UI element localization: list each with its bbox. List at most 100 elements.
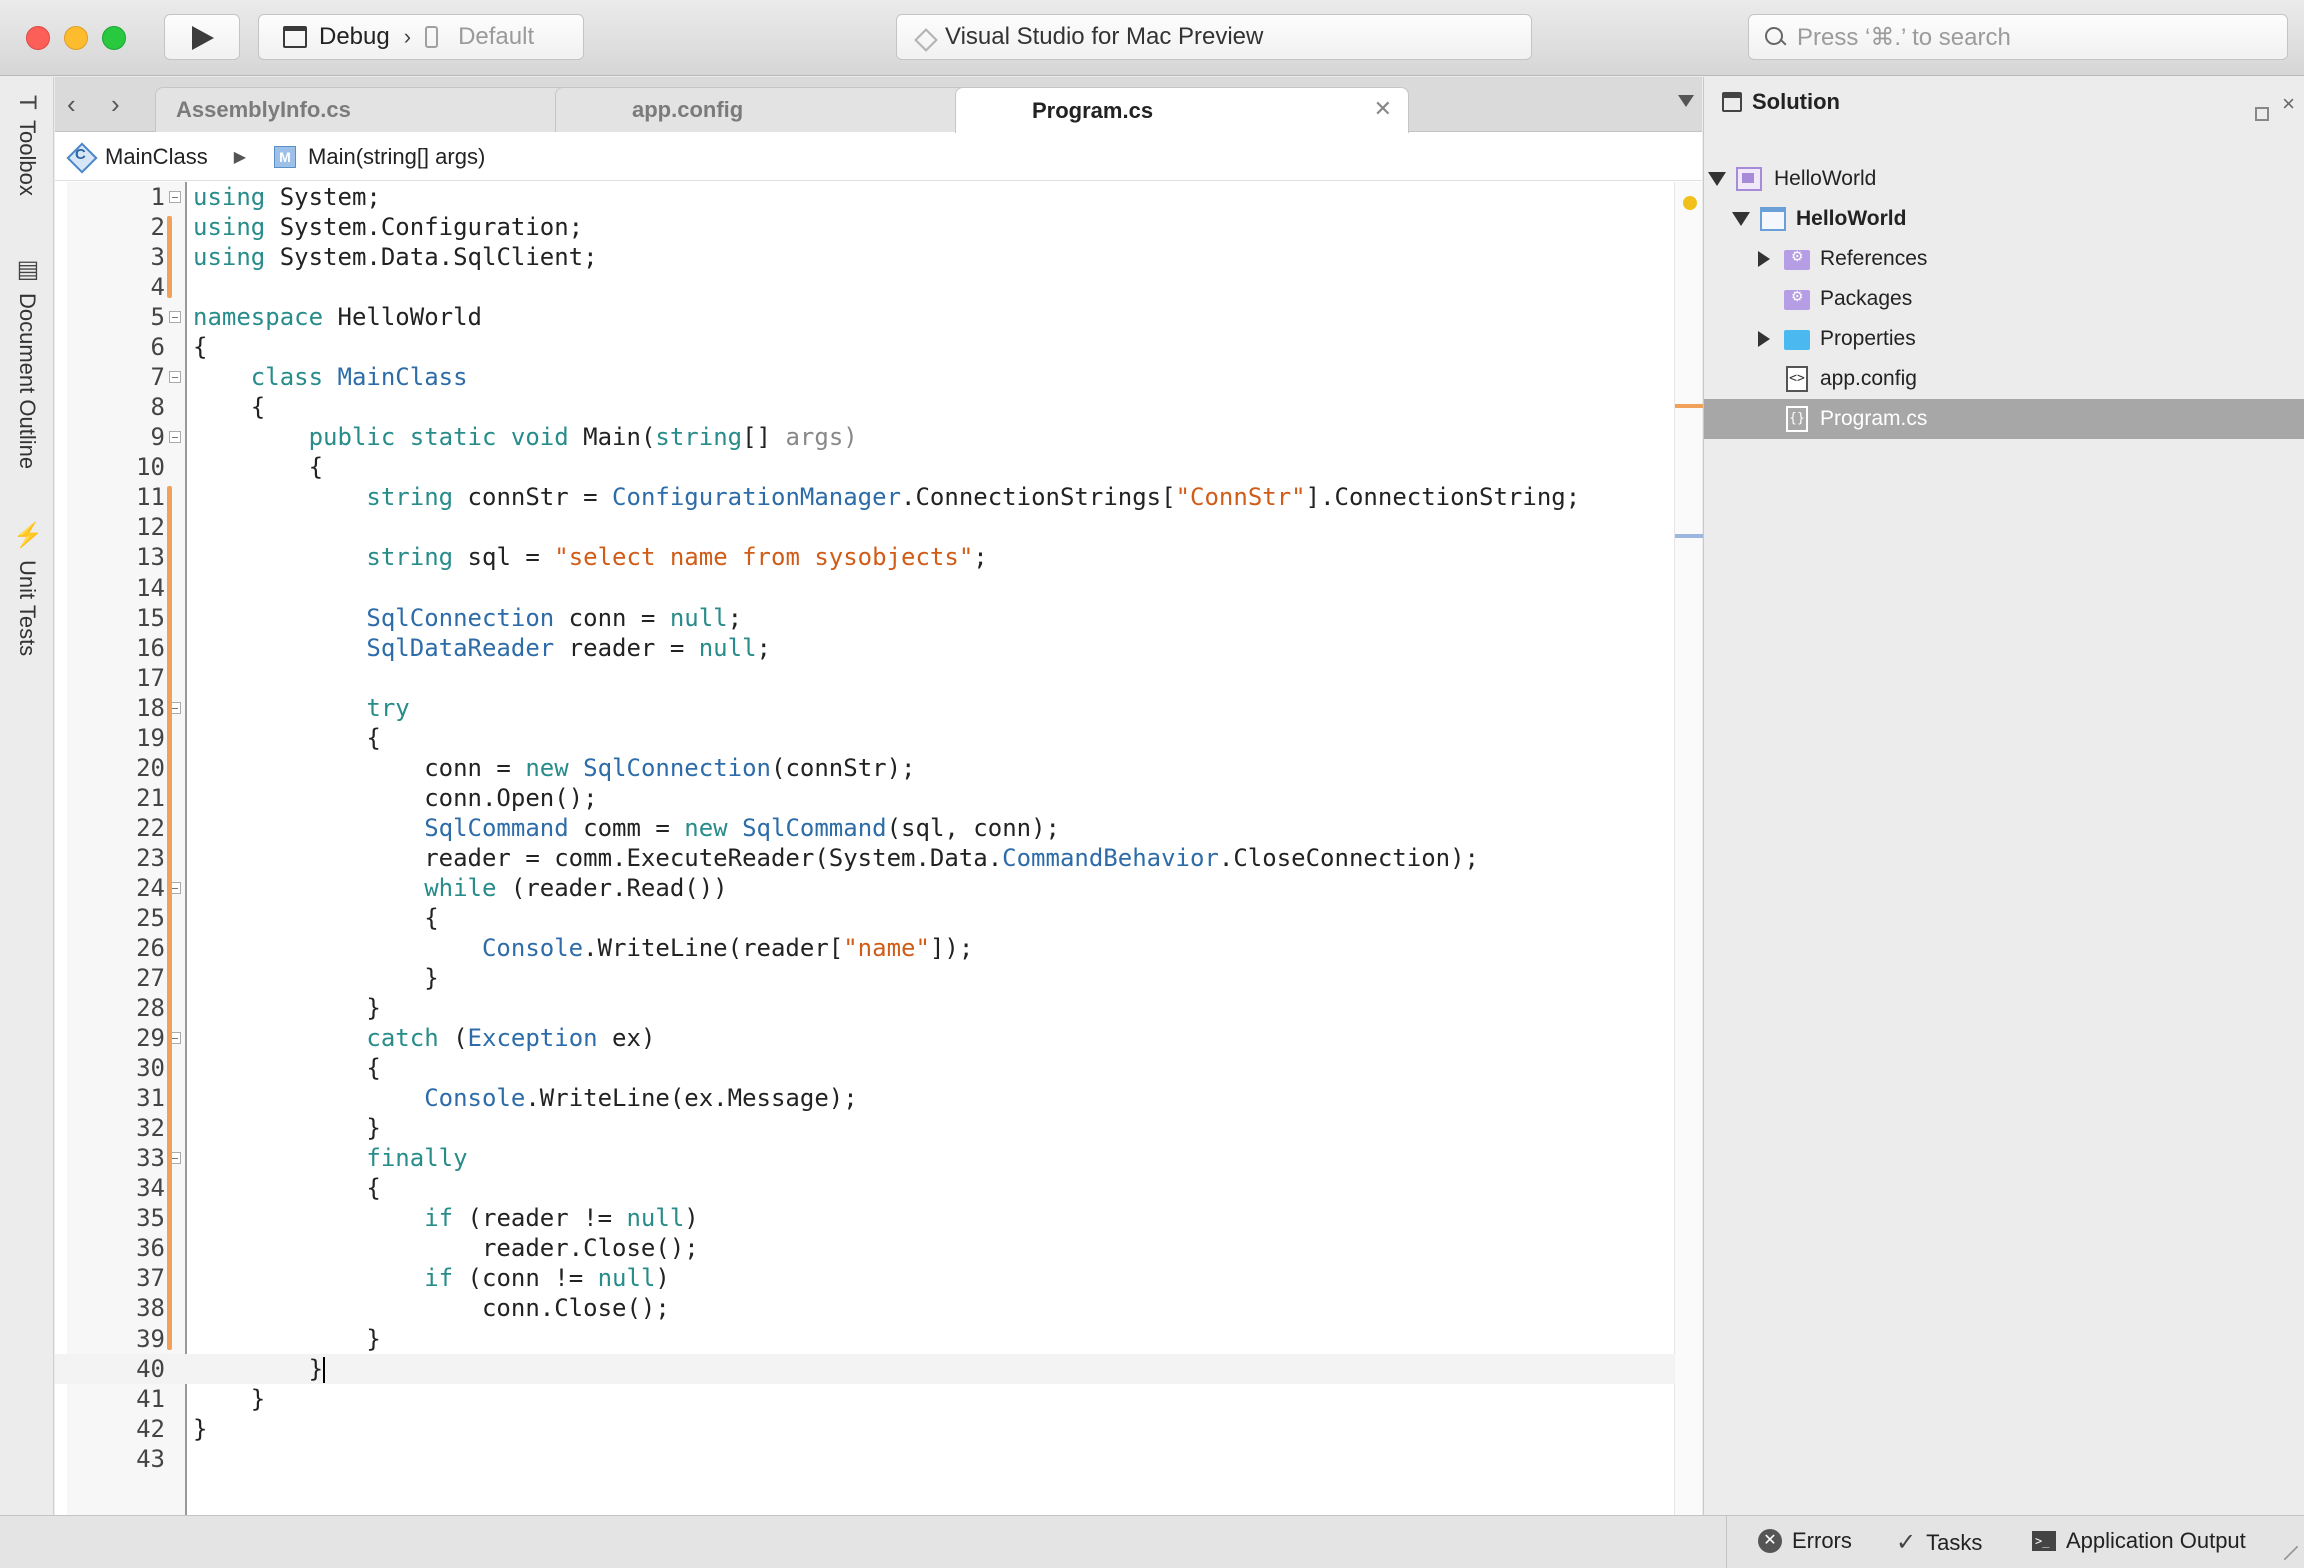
code-line[interactable]: 26 Console.WriteLine(reader["name"]);	[55, 933, 1675, 963]
code-line[interactable]: 25 {	[55, 903, 1675, 933]
warning-indicator-icon[interactable]	[1683, 196, 1697, 210]
code-line[interactable]: 9 public static void Main(string[] args)	[55, 422, 1675, 452]
code-line[interactable]: 28 }	[55, 993, 1675, 1023]
expand-arrow-icon[interactable]	[1732, 212, 1750, 226]
errors-pad-button[interactable]: ✕ Errors	[1758, 1528, 1852, 1554]
code-line[interactable]: 31 Console.WriteLine(ex.Message);	[55, 1083, 1675, 1113]
code-line[interactable]: 19 {	[55, 723, 1675, 753]
tree-item-solution[interactable]: HelloWorld	[1704, 159, 2304, 199]
application-output-pad-button[interactable]: >_ Application Output	[2032, 1528, 2246, 1554]
line-number: 43	[136, 1444, 165, 1473]
close-tab-icon[interactable]: ✕	[1374, 96, 1392, 122]
maximize-pad-icon[interactable]	[2255, 107, 2269, 121]
fold-toggle-icon[interactable]	[169, 191, 181, 203]
line-number: 11	[136, 483, 165, 512]
run-button[interactable]	[164, 14, 240, 60]
tab-list-dropdown-icon[interactable]	[1678, 95, 1694, 107]
code-line[interactable]: 21 conn.Open();	[55, 783, 1675, 813]
code-line[interactable]: 41 }	[55, 1384, 1675, 1414]
code-line[interactable]: 13 string sql = "select name from sysobj…	[55, 542, 1675, 572]
line-number: 14	[136, 573, 165, 602]
navigate-back-icon[interactable]: ‹	[67, 89, 76, 120]
tasks-pad-button[interactable]: ✓ Tasks	[1896, 1528, 1982, 1557]
line-number: 27	[136, 964, 165, 993]
code-line[interactable]: 3 using System.Data.SqlClient;	[55, 242, 1675, 272]
tree-item-program-cs[interactable]: {} Program.cs	[1704, 399, 2304, 439]
search-placeholder: Press ‘⌘.’ to search	[1797, 23, 2011, 51]
code-line[interactable]: 32 }	[55, 1113, 1675, 1143]
code-line[interactable]: 14	[55, 573, 1675, 603]
code-line[interactable]: 38 conn.Close();	[55, 1293, 1675, 1323]
code-line[interactable]: 42}	[55, 1414, 1675, 1444]
tab-program-cs[interactable]: Program.cs ✕	[955, 87, 1409, 133]
tab-assemblyinfo[interactable]: AssemblyInfo.cs	[155, 87, 607, 132]
unit-tests-pad-tab[interactable]: ⚡ Unit Tests	[8, 521, 46, 656]
code-line[interactable]: 37 if (conn != null)	[55, 1263, 1675, 1293]
code-line[interactable]: 1 using System;	[55, 182, 1675, 212]
code-line[interactable]: 43	[55, 1444, 1675, 1474]
configuration-selector[interactable]: Debug › Default	[258, 14, 584, 60]
expand-arrow-icon[interactable]	[1708, 172, 1726, 186]
tree-item-app-config[interactable]: <> app.config	[1704, 359, 2304, 399]
toolbox-label: Toolbox	[15, 119, 40, 196]
minimize-window-button[interactable]	[64, 26, 88, 50]
fold-toggle-icon[interactable]	[169, 431, 181, 444]
close-window-button[interactable]	[26, 26, 50, 50]
search-field[interactable]: Press ‘⌘.’ to search	[1748, 14, 2288, 60]
code-line[interactable]: 16 SqlDataReader reader = null;	[55, 633, 1675, 663]
code-line[interactable]: 5 namespace HelloWorld	[55, 302, 1675, 332]
tree-item-properties[interactable]: Properties	[1704, 319, 2304, 359]
code-line[interactable]: 34 {	[55, 1173, 1675, 1203]
document-outline-pad-tab[interactable]: ▤ Document Outline	[8, 255, 46, 469]
code-line[interactable]: 36 reader.Close();	[55, 1233, 1675, 1263]
navigate-forward-icon[interactable]: ›	[111, 89, 120, 120]
device-icon	[425, 26, 439, 48]
resize-grip-icon[interactable]	[2284, 1546, 2298, 1560]
code-line[interactable]: 39 }	[55, 1324, 1675, 1354]
tab-app-config[interactable]: app.config	[555, 87, 1007, 132]
code-line[interactable]: 6{	[55, 332, 1675, 362]
solution-pad-title: Solution	[1752, 89, 1840, 114]
code-line[interactable]: 33 finally	[55, 1143, 1675, 1173]
code-line[interactable]: 30 {	[55, 1053, 1675, 1083]
collapse-arrow-icon[interactable]	[1758, 331, 1770, 347]
code-line[interactable]: 17	[55, 663, 1675, 693]
collapse-arrow-icon[interactable]	[1758, 251, 1770, 267]
close-pad-icon[interactable]: ×	[2282, 91, 2295, 117]
fold-toggle-icon[interactable]	[169, 311, 181, 324]
code-line[interactable]: 7 class MainClass	[55, 362, 1675, 392]
tree-item-label: Packages	[1820, 287, 1913, 310]
code-line[interactable]: 22 SqlCommand comm = new SqlCommand(sql,…	[55, 813, 1675, 843]
line-number: 23	[136, 843, 165, 872]
code-line[interactable]: 35 if (reader != null)	[55, 1203, 1675, 1233]
zoom-window-button[interactable]	[102, 26, 126, 50]
toolbox-pad-tab[interactable]: T Toolbox	[8, 95, 46, 196]
code-line[interactable]: 20 conn = new SqlConnection(connStr);	[55, 753, 1675, 783]
path-class[interactable]: MainClass	[105, 144, 208, 170]
code-line[interactable]: 40 }	[55, 1353, 1675, 1384]
fold-toggle-icon[interactable]	[169, 371, 181, 384]
code-line[interactable]: 27 }	[55, 963, 1675, 993]
code-line[interactable]: 15 SqlConnection conn = null;	[55, 603, 1675, 633]
code-line[interactable]: 18 try	[55, 693, 1675, 723]
code-line[interactable]: 8 {	[55, 392, 1675, 422]
tree-item-packages[interactable]: Packages	[1704, 279, 2304, 319]
change-marker	[167, 486, 172, 1350]
code-line[interactable]: 12	[55, 512, 1675, 542]
code-line[interactable]: 23 reader = comm.ExecuteReader(System.Da…	[55, 843, 1675, 873]
overview-ruler[interactable]	[1674, 182, 1703, 1515]
code-text: {	[193, 333, 208, 362]
code-line[interactable]: 10 {	[55, 452, 1675, 482]
code-line[interactable]: 24 while (reader.Read())	[55, 873, 1675, 903]
code-line[interactable]: 4	[55, 272, 1675, 302]
line-number: 15	[136, 603, 165, 632]
code-line[interactable]: 2 using System.Configuration;	[55, 212, 1675, 242]
code-line[interactable]: 29 catch (Exception ex)	[55, 1023, 1675, 1053]
code-line[interactable]: 11 string connStr = ConfigurationManager…	[55, 482, 1675, 512]
code-editor[interactable]: 1 using System; 2 using System.Configuratio…	[55, 182, 1703, 1515]
tree-item-project[interactable]: HelloWorld	[1704, 199, 2304, 239]
solution-pad-icon	[1722, 92, 1742, 112]
path-method[interactable]: Main(string[] args)	[308, 144, 485, 170]
text-caret	[323, 1356, 326, 1383]
tree-item-references[interactable]: References	[1704, 239, 2304, 279]
